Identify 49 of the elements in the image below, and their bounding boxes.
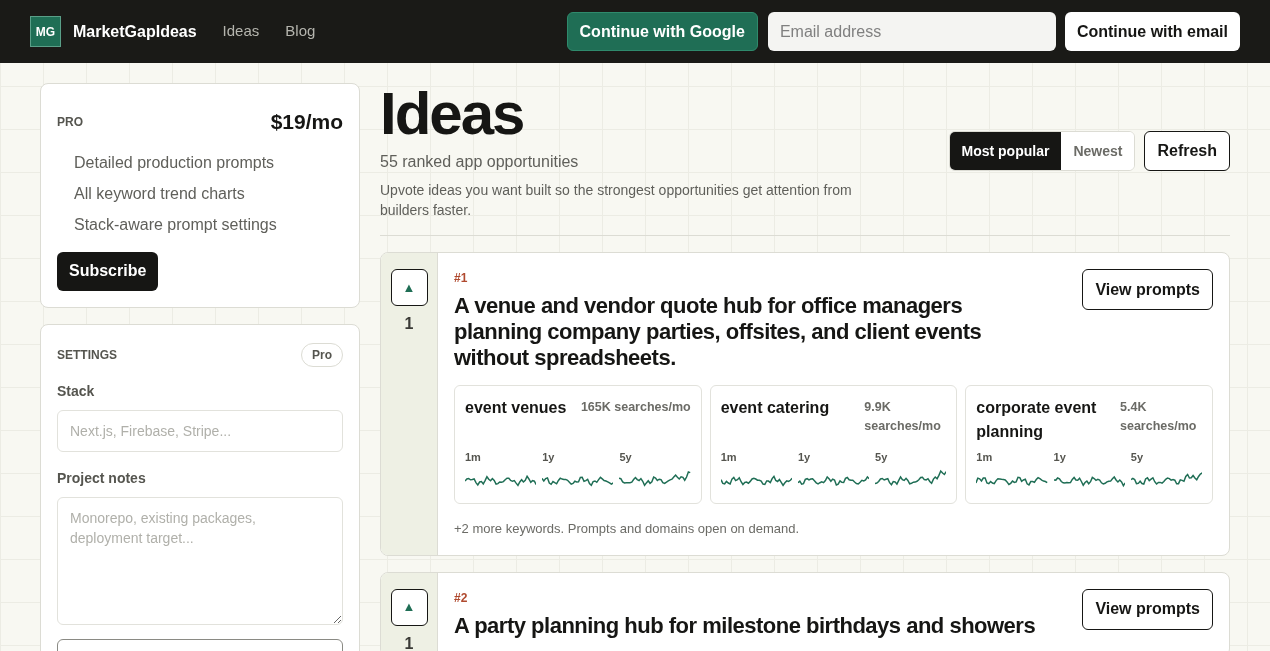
period-label: 1y — [797, 449, 812, 465]
view-prompts-button[interactable]: View prompts — [1082, 588, 1213, 630]
google-button[interactable]: Continue with Google — [566, 12, 758, 51]
keyword-name: event catering — [720, 398, 830, 418]
nav-link[interactable]: Ideas — [222, 20, 260, 43]
refresh-button[interactable]: Refresh — [1144, 131, 1230, 171]
idea-title: A party planning hub for milestone birthdays and showers — [454, 612, 1036, 639]
keyword-name: corporate event planning — [976, 398, 1098, 442]
period-label: 5y — [875, 449, 889, 465]
page-subtitle: 55 ranked app opportunities — [380, 152, 580, 172]
period-label: 1m — [976, 449, 994, 465]
stack-field[interactable]: Next.js, Firebase, Stripe... — [57, 409, 343, 452]
period-label: 5y — [1130, 449, 1145, 465]
search-volume: 5.4K searches/mo — [1120, 399, 1198, 435]
nav-link[interactable]: Blog — [285, 20, 316, 43]
vote-count: 1 — [404, 633, 414, 651]
period-label: 1m — [465, 449, 482, 465]
subscribe-button[interactable]: Subscribe — [57, 251, 159, 291]
more-keywords-note: +2 more keywords. Prompts and domains open on demand. — [454, 520, 801, 538]
rank-label: #1 — [454, 270, 469, 287]
logo-mark[interactable]: MG — [30, 16, 61, 47]
email-button[interactable]: Continue with email — [1064, 12, 1240, 51]
upvote-button[interactable]: ▲ — [390, 588, 428, 626]
period-label: 1y — [1053, 449, 1067, 465]
sort-tab[interactable]: Most popular — [949, 132, 1062, 170]
settings-title: SETTINGS — [57, 346, 117, 364]
rank-label: #2 — [454, 589, 469, 607]
upvote-button[interactable]: ▲ — [390, 269, 428, 306]
email-field[interactable]: Email address — [767, 12, 1056, 51]
plan-price: $19/mo — [270, 109, 343, 135]
field-label: Project notes — [57, 468, 147, 488]
search-volume: 165K searches/mo — [580, 399, 691, 416]
period-label: 5y — [619, 449, 633, 465]
field-label: Stack — [57, 381, 96, 401]
notes-field[interactable]: Monorepo, existing packages, deployment target... — [57, 496, 343, 625]
period-label: 1y — [542, 449, 556, 465]
feature-text: Stack-aware prompt settings — [74, 214, 278, 235]
page-description: Upvote ideas you want built so the strongest opportunities get attention from builders faster. — [380, 181, 853, 220]
search-volume: 9.9K searches/mo — [864, 399, 942, 435]
idea-title: A venue and vendor quote hub for office managers planning company parties, offsites, and client events without spreadsheets. — [454, 293, 983, 371]
view-prompts-button[interactable]: View prompts — [1082, 269, 1213, 310]
feature-text: All keyword trend charts — [74, 183, 246, 204]
keyword-name: event venues — [465, 398, 567, 418]
feature-text: Detailed production prompts — [74, 152, 276, 173]
period-label: 1m — [720, 449, 738, 465]
vote-count: 1 — [404, 314, 414, 334]
brand-name[interactable]: MarketGapIdeas — [73, 19, 197, 44]
plan-label: PRO — [57, 113, 83, 131]
page-title: Ideas — [380, 83, 525, 145]
